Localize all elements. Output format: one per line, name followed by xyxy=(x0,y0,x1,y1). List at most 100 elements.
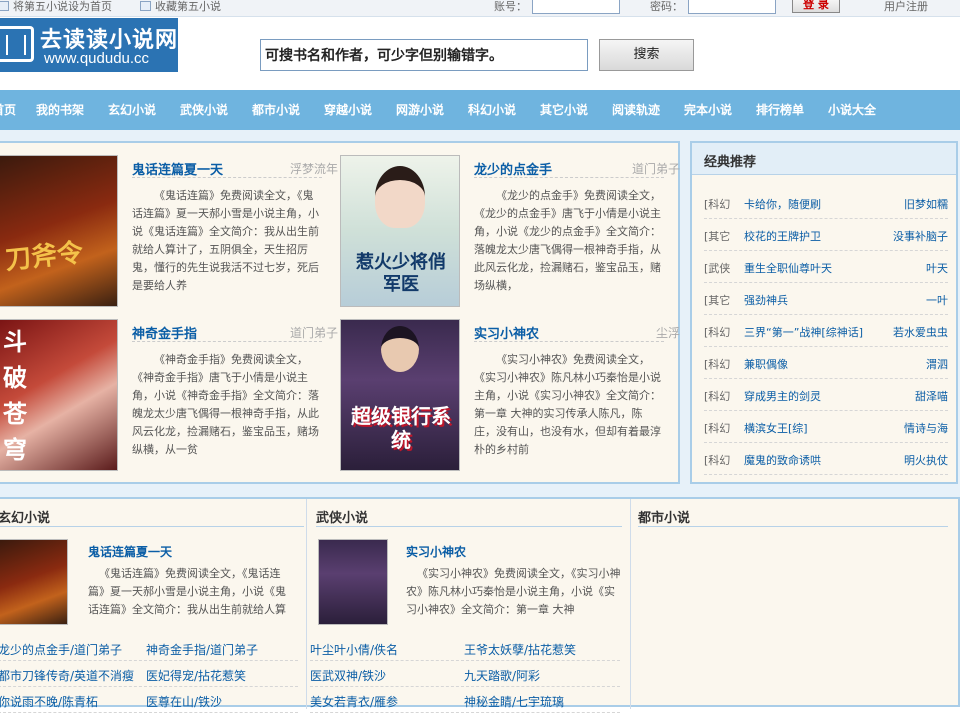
book-link[interactable]: 神奇金手指/道门弟子 xyxy=(146,641,258,658)
search-button[interactable]: 搜索 xyxy=(599,39,694,71)
logo-url: www.qududu.cc xyxy=(44,50,150,67)
author-link[interactable]: 旧梦如糯 xyxy=(904,196,948,212)
list-item: [其它 校花的王牌护卫 没事补脑子 xyxy=(704,219,948,251)
book-cover[interactable]: 超级银行系统 xyxy=(340,319,460,471)
book-link[interactable]: 你说雨不晚/陈青柘 xyxy=(0,693,98,710)
search-input[interactable]: 可搜书名和作者，可少字但别输错字。 xyxy=(260,39,588,71)
home-icon xyxy=(0,1,9,11)
book-link[interactable]: 美女若青衣/雁参 xyxy=(310,693,398,710)
nav-item-dushi[interactable]: 都市小说 xyxy=(252,90,300,130)
author-link[interactable]: 甜泽喵 xyxy=(915,388,948,404)
book-description: 《神奇金手指》免费阅读全文，《神奇金手指》唐飞于小倩是小说主角，小说《神奇金手指… xyxy=(132,353,319,456)
book-link[interactable]: 医妃得宠/拈花惹笑 xyxy=(146,667,246,684)
book-link[interactable]: 魔鬼的致命诱哄 xyxy=(744,452,821,468)
cover-figure xyxy=(375,166,425,228)
author-link[interactable]: 没事补脑子 xyxy=(893,228,948,244)
category-tag: [科幻 xyxy=(704,326,731,339)
book-link[interactable]: 横滨女王[综] xyxy=(744,420,808,436)
featured-book: 刀斧令 鬼话连篇夏一天 浮梦流年 《鬼话连篇》免费阅读全文，《鬼话连篇》夏一天郝… xyxy=(0,155,338,315)
nav-item-completed[interactable]: 完本小说 xyxy=(684,90,732,130)
book-link[interactable]: 重生全职仙尊叶天 xyxy=(744,260,832,276)
book-title[interactable]: 实习小神农 xyxy=(474,323,539,342)
nav-item-history[interactable]: 阅读轨迹 xyxy=(612,90,660,130)
cover-text: 超级银行系统 xyxy=(351,404,451,452)
book-link[interactable]: 医尊在山/铁沙 xyxy=(146,693,222,710)
table-row: 你说雨不晚/陈青柘 医尊在山/铁沙 xyxy=(0,689,298,713)
book-link[interactable]: 卡给你，随便刷 xyxy=(744,196,821,212)
book-title[interactable]: 神奇金手指 xyxy=(132,323,197,342)
author-link[interactable]: 明火执仗 xyxy=(904,452,948,468)
book-link[interactable]: 九天踏歌/阿彩 xyxy=(464,667,540,684)
account-input[interactable] xyxy=(532,0,620,14)
panel-title: 经典推荐 xyxy=(704,155,757,170)
book-author[interactable]: 道门弟子 xyxy=(632,160,680,177)
nav-item-wuxia[interactable]: 武侠小说 xyxy=(180,90,228,130)
book-thumbnail[interactable] xyxy=(318,539,388,625)
author-link[interactable]: 叶天 xyxy=(926,260,948,276)
set-home-link[interactable]: 将第五小说设为首页 xyxy=(0,0,112,14)
book-link[interactable]: 三界“第一”战神[综神话] xyxy=(744,324,863,340)
book-cover[interactable]: 刀斧令 xyxy=(0,155,118,307)
top-bar: 将第五小说设为首页 收藏第五小说 账号： 密码： 登 录 用户注册 xyxy=(0,0,960,17)
category-tag: [科幻 xyxy=(704,390,731,403)
divider xyxy=(132,341,322,342)
nav-item-wangyou[interactable]: 网游小说 xyxy=(396,90,444,130)
category-tag: [武侠 xyxy=(704,262,731,275)
featured-title[interactable]: 实习小神农 xyxy=(406,543,466,560)
bookmark-icon xyxy=(140,1,151,11)
book-link[interactable]: 王爷太妖孽/拈花惹笑 xyxy=(464,641,576,658)
list-item: [科幻 穿成男主的剑灵 甜泽喵 xyxy=(704,379,948,411)
nav-item-xuanhuan[interactable]: 玄幻小说 xyxy=(108,90,156,130)
section-header: 玄幻小说 xyxy=(0,503,304,527)
book-link[interactable]: 穿成男主的剑灵 xyxy=(744,388,821,404)
category-dushi: 都市小说 xyxy=(638,499,948,709)
section-title[interactable]: 玄幻小说 xyxy=(0,507,50,526)
cover-text: 惹火少将俏军医 xyxy=(356,252,446,295)
section-title[interactable]: 武侠小说 xyxy=(316,507,368,526)
column-divider xyxy=(306,499,307,709)
book-cover[interactable]: 斗破苍穹 xyxy=(0,319,118,471)
header: 去读读小说网 www.qududu.cc 可搜书名和作者，可少字但别输错字。 搜… xyxy=(0,18,960,90)
section-title[interactable]: 都市小说 xyxy=(638,507,690,526)
book-link[interactable]: 龙少的点金手/道门弟子 xyxy=(0,641,122,658)
author-link[interactable]: 若水爱虫虫 xyxy=(893,324,948,340)
featured-title[interactable]: 鬼话连篇夏一天 xyxy=(88,543,172,560)
featured-description: 《实习小神农》免费阅读全文，《实习小神农》陈凡林小巧秦怡是小说主角，小说《实习小… xyxy=(406,567,621,616)
password-input[interactable] xyxy=(688,0,776,14)
book-link[interactable]: 都市刀锋传奇/英道不消瘦 xyxy=(0,667,134,684)
book-cover[interactable]: 惹火少将俏军医 xyxy=(340,155,460,307)
register-link[interactable]: 用户注册 xyxy=(884,0,928,14)
nav-item-qita[interactable]: 其它小说 xyxy=(540,90,588,130)
author-link[interactable]: 情诗与海 xyxy=(904,420,948,436)
book-link[interactable]: 医武双神/铁沙 xyxy=(310,667,386,684)
category-tag: [科幻 xyxy=(704,358,731,371)
featured-description: 《鬼话连篇》免费阅读全文，《鬼话连篇》夏一天郝小雪是小说主角，小说《鬼话连篇》全… xyxy=(88,567,286,616)
book-author[interactable]: 尘浮 xyxy=(656,324,680,341)
bookmark-link[interactable]: 收藏第五小说 xyxy=(140,0,221,14)
nav-item-ranking[interactable]: 排行榜单 xyxy=(756,90,804,130)
book-thumbnail[interactable] xyxy=(0,539,68,625)
author-link[interactable]: 一叶 xyxy=(926,292,948,308)
book-title[interactable]: 龙少的点金手 xyxy=(474,159,552,178)
book-link[interactable]: 叶尘叶小倩/佚名 xyxy=(310,641,398,658)
book-author[interactable]: 道门弟子 xyxy=(290,324,338,341)
book-author[interactable]: 浮梦流年 xyxy=(290,160,338,177)
site-logo[interactable]: 去读读小说网 www.qududu.cc xyxy=(0,18,178,72)
book-description: 《龙少的点金手》免费阅读全文，《龙少的点金手》唐飞于小倩是小说主角，小说《龙少的… xyxy=(474,189,661,292)
book-link[interactable]: 神秘金睛/七宇琉璃 xyxy=(464,693,564,710)
nav-item-bookshelf[interactable]: 我的书架 xyxy=(36,90,84,130)
nav-item-home[interactable]: 首页 xyxy=(0,90,16,130)
book-link[interactable]: 兼职偶像 xyxy=(744,356,788,372)
featured-book: 超级银行系统 实习小神农 尘浮 《实习小神农》免费阅读全文，《实习小神农》陈凡林… xyxy=(340,319,680,479)
book-link[interactable]: 校花的王牌护卫 xyxy=(744,228,821,244)
login-button[interactable]: 登 录 xyxy=(792,0,840,13)
book-link[interactable]: 强劲神兵 xyxy=(744,292,788,308)
book-description: 《实习小神农》免费阅读全文，《实习小神农》陈凡林小巧秦怡是小说主角，小说《实习小… xyxy=(474,353,661,456)
panel-header: 经典推荐 xyxy=(692,143,956,175)
book-title[interactable]: 鬼话连篇夏一天 xyxy=(132,159,223,178)
nav-item-chuanyue[interactable]: 穿越小说 xyxy=(324,90,372,130)
nav-item-all[interactable]: 小说大全 xyxy=(828,90,876,130)
category-tag: [科幻 xyxy=(704,198,731,211)
nav-item-kehuan[interactable]: 科幻小说 xyxy=(468,90,516,130)
author-link[interactable]: 渭泗 xyxy=(926,356,948,372)
